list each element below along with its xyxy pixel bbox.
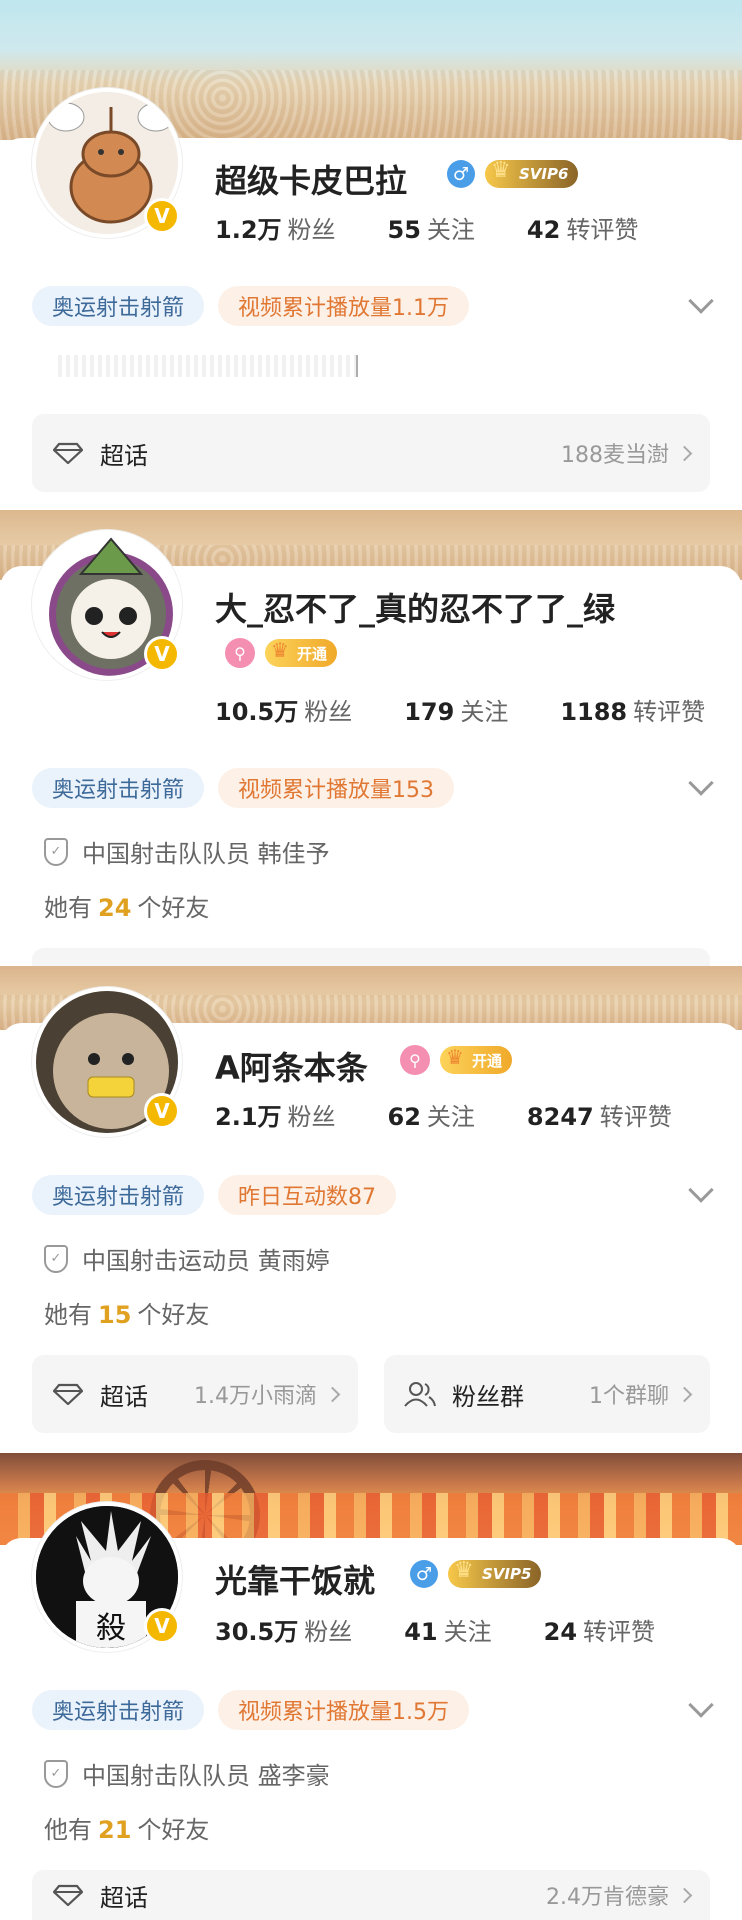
topic-tag[interactable]: 奥运射击射箭 <box>32 286 205 326</box>
panel-value: 2.4万肯德豪 <box>546 1885 669 1910</box>
super-topic-panel[interactable]: 超话 1.4万小雨滴 <box>32 1355 358 1433</box>
identity-text: 中国射击队队员 韩佳予 <box>82 840 330 868</box>
friends-row[interactable]: 她有 15 个好友 <box>44 1295 209 1330</box>
open-vip-badge[interactable]: 开通 <box>265 638 338 667</box>
user-name[interactable]: 大_忍不了_真的忍不了了_绿 <box>215 584 615 630</box>
diamond-icon <box>52 1883 84 1907</box>
stat-interactions[interactable]: 24 转评赞 <box>544 1612 655 1647</box>
achievement-tag[interactable]: 昨日互动数87 <box>218 1175 397 1215</box>
fan-group-panel[interactable]: 粉丝群 1个群聊 <box>384 1355 710 1433</box>
collapsed-panel <box>32 948 710 966</box>
chevron-down-icon[interactable] <box>688 288 714 314</box>
male-icon: ♂ <box>447 160 475 188</box>
panel-value: 1.4万小雨滴 <box>194 1384 317 1409</box>
svip-badge[interactable]: SVIP6 <box>485 158 579 188</box>
member-icon[interactable]: ⚲ <box>400 1045 430 1075</box>
tag-row: 奥运射击射箭 视频累计播放量1.5万 <box>32 1690 470 1730</box>
profile-card: V 超级卡皮巴拉 ♂ SVIP6 1.2万粉丝 55关注 42转评赞 奥运射击射… <box>0 88 742 510</box>
stat-interactions[interactable]: 1188 转评赞 <box>560 692 705 727</box>
verified-icon: V <box>144 1093 180 1129</box>
panel-title: 超话 <box>100 1883 148 1912</box>
panel-title: 粉丝群 <box>452 1382 524 1411</box>
user-name[interactable]: A阿条本条 <box>215 1043 368 1089</box>
stat-fans[interactable]: 10.5万 粉丝 <box>215 692 352 727</box>
verified-icon: V <box>144 198 180 234</box>
user-name[interactable]: 超级卡皮巴拉 <box>215 156 407 202</box>
verified-icon: V <box>144 1608 180 1644</box>
achievement-tag[interactable]: 视频累计播放量153 <box>218 768 455 808</box>
identity-text: 中国射击运动员 黄雨婷 <box>82 1247 330 1275</box>
chevron-down-icon[interactable] <box>688 770 714 796</box>
super-topic-panel[interactable]: 超话 188麦当澍 <box>32 414 710 492</box>
stat-fans[interactable]: 30.5万 粉丝 <box>215 1612 352 1647</box>
avatar-glyph: 殺 <box>96 1611 126 1646</box>
tag-row: 奥运射击射箭 昨日互动数87 <box>32 1175 397 1215</box>
tag-row: 奥运射击射箭 视频累计播放量153 <box>32 768 455 808</box>
stat-fans[interactable]: 1.2万 粉丝 <box>215 210 336 245</box>
panel-value: 188麦当澍 <box>561 443 669 468</box>
member-icon[interactable]: ⚲ <box>225 638 255 668</box>
diamond-icon <box>52 441 84 465</box>
shield-icon: ✓ <box>44 1759 68 1788</box>
shield-icon: ✓ <box>44 1244 68 1273</box>
stat-following[interactable]: 55 关注 <box>388 210 475 245</box>
stat-following[interactable]: 179 关注 <box>404 692 508 727</box>
stats-row: 30.5万 粉丝 41 关注 24 转评赞 <box>215 1612 655 1647</box>
stat-following[interactable]: 62 关注 <box>388 1097 475 1132</box>
panel-title: 超话 <box>100 1382 148 1411</box>
profile-card: V A阿条本条 ⚲ 开通 2.1万粉丝 62关注 8247转评赞 奥运射击射箭 … <box>0 987 742 1453</box>
chevron-right-icon <box>324 1386 341 1402</box>
achievement-tag[interactable]: 视频累计播放量1.5万 <box>218 1690 470 1730</box>
open-vip-badge[interactable]: 开通 <box>440 1045 513 1074</box>
profile-card: V 大_忍不了_真的忍不了了_绿 ⚲ 开通 10.5万粉丝 179关注 1188… <box>0 530 742 966</box>
super-topic-panel[interactable]: 超话 2.4万肯德豪 <box>32 1870 710 1920</box>
people-icon <box>404 1382 436 1407</box>
achievement-tag[interactable]: 视频累计播放量1.1万 <box>218 286 470 326</box>
friends-row[interactable]: 她有 24 个好友 <box>44 888 209 923</box>
chevron-down-icon[interactable] <box>688 1177 714 1203</box>
svip-badge[interactable]: SVIP5 <box>448 1558 542 1588</box>
panel-title: 超话 <box>100 441 148 470</box>
male-icon: ♂ <box>410 1560 438 1588</box>
user-name[interactable]: 光靠干饭就 <box>215 1556 375 1602</box>
tag-row: 奥运射击射箭 视频累计播放量1.1万 <box>32 286 470 326</box>
panel-value: 1个群聊 <box>589 1384 669 1409</box>
topic-tag[interactable]: 奥运射击射箭 <box>32 768 205 808</box>
stats-row: 1.2万 粉丝 55 关注 42 转评赞 <box>215 210 638 245</box>
identity-row: ✓ 中国射击运动员 黄雨婷 <box>44 1241 330 1276</box>
chevron-right-icon <box>676 1386 693 1402</box>
identity-row: ✓ 中国射击队队员 韩佳予 <box>44 834 330 869</box>
stat-following[interactable]: 41 关注 <box>404 1612 491 1647</box>
profile-card: 殺 V 光靠干饭就 ♂ SVIP5 30.5万粉丝 41关注 24转评赞 奥运射… <box>0 1502 742 1920</box>
shield-icon: ✓ <box>44 837 68 866</box>
chevron-down-icon[interactable] <box>688 1692 714 1718</box>
stat-interactions[interactable]: 8247 转评赞 <box>527 1097 672 1132</box>
stat-interactions[interactable]: 42 转评赞 <box>527 210 638 245</box>
topic-tag[interactable]: 奥运射击射箭 <box>32 1690 205 1730</box>
chevron-right-icon <box>676 445 693 461</box>
identity-text: 中国射击队队员 盛李豪 <box>82 1762 330 1790</box>
blurred-text <box>58 355 358 377</box>
stat-fans[interactable]: 2.1万 粉丝 <box>215 1097 336 1132</box>
verified-icon: V <box>144 636 180 672</box>
stats-row: 10.5万 粉丝 179 关注 1188 转评赞 <box>215 692 705 727</box>
topic-tag[interactable]: 奥运射击射箭 <box>32 1175 205 1215</box>
diamond-icon <box>52 1382 84 1406</box>
friends-row[interactable]: 他有 21 个好友 <box>44 1810 209 1845</box>
stats-row: 2.1万 粉丝 62 关注 8247 转评赞 <box>215 1097 672 1132</box>
chevron-right-icon <box>676 1887 693 1903</box>
identity-row: ✓ 中国射击队队员 盛李豪 <box>44 1756 330 1791</box>
